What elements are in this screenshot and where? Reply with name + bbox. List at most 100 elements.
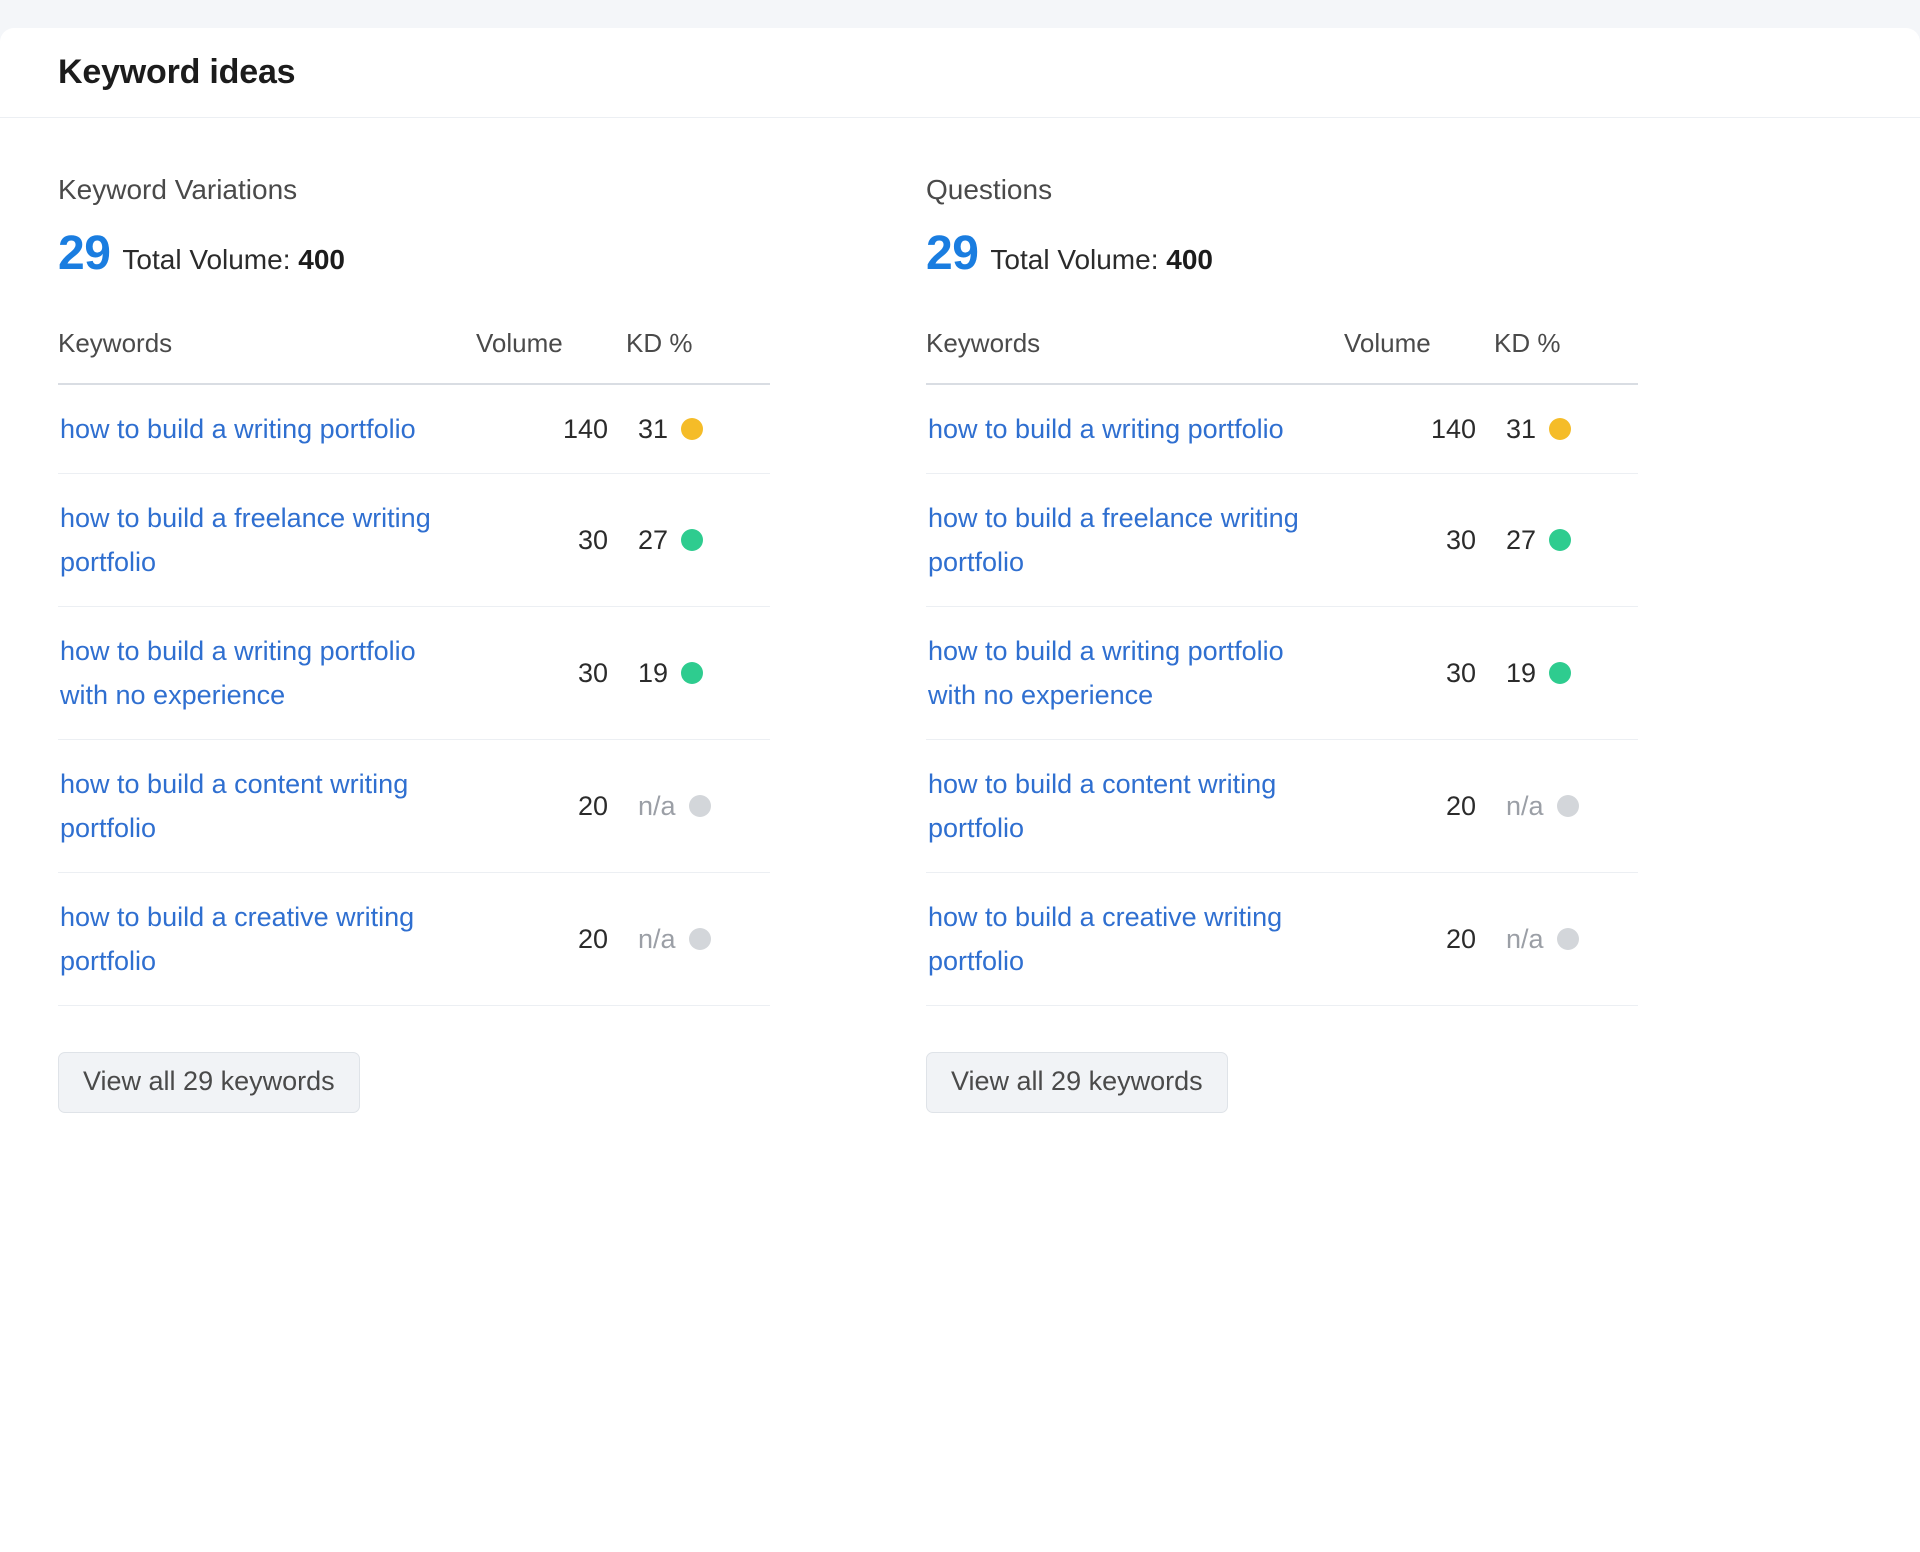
view-all-row-left: View all 29 keywords xyxy=(58,1006,880,1113)
kd-cell: 27 xyxy=(1494,473,1638,607)
table-row: how to build a freelance writing portfol… xyxy=(58,473,770,607)
volume-cell: 30 xyxy=(1344,473,1494,607)
volume-cell: 30 xyxy=(476,606,626,740)
table-row: how to build a freelance writing portfol… xyxy=(926,473,1638,607)
page-title: Keyword ideas xyxy=(58,53,296,91)
keyword-cell: how to build a writing portfolio xyxy=(58,384,476,474)
kd-wrap: 19 xyxy=(638,657,704,689)
volume-cell: 20 xyxy=(476,739,626,873)
kd-cell: n/a xyxy=(626,872,770,1006)
keyword-columns: Keyword Variations 29 Total Volume: 400 … xyxy=(0,118,1920,1113)
kd-status-dot xyxy=(1556,928,1579,950)
keyword-variations-table: Keywords Volume KD % how to build a writ… xyxy=(58,328,770,1006)
keyword-cell: how to build a writing portfolio with no… xyxy=(926,606,1344,740)
volume-cell: 20 xyxy=(476,872,626,1006)
questions-column: Questions 29 Total Volume: 400 Keywords … xyxy=(880,176,1760,1113)
table-row: how to build a creative writing portfoli… xyxy=(58,872,770,1006)
view-all-keywords-button[interactable]: View all 29 keywords xyxy=(58,1052,360,1113)
keyword-cell: how to build a content writing portfolio xyxy=(926,739,1344,873)
keyword-cell: how to build a writing portfolio with no… xyxy=(58,606,476,740)
table-row: how to build a writing portfolio with no… xyxy=(58,606,770,740)
table-head: Keywords Volume KD % xyxy=(58,328,770,385)
keyword-link[interactable]: how to build a content writing portfolio xyxy=(928,762,1308,850)
table-row: how to build a writing portfolio with no… xyxy=(926,606,1638,740)
kd-wrap: n/a xyxy=(638,791,711,822)
total-volume: Total Volume: 400 xyxy=(990,246,1213,274)
keyword-link[interactable]: how to build a freelance writing portfol… xyxy=(60,496,440,584)
keyword-link[interactable]: how to build a writing portfolio xyxy=(928,407,1284,451)
view-all-keywords-button[interactable]: View all 29 keywords xyxy=(926,1052,1228,1113)
keyword-cell: how to build a freelance writing portfol… xyxy=(58,473,476,607)
total-volume: Total Volume: 400 xyxy=(122,246,345,274)
column-header-kd[interactable]: KD % xyxy=(626,328,770,385)
keyword-link[interactable]: how to build a writing portfolio xyxy=(60,407,416,451)
keyword-cell: how to build a content writing portfolio xyxy=(58,739,476,873)
kd-cell: 27 xyxy=(626,473,770,607)
keyword-link[interactable]: how to build a writing portfolio with no… xyxy=(928,629,1308,717)
volume-cell: 140 xyxy=(476,384,626,474)
kd-status-dot xyxy=(1549,418,1572,440)
column-header-keywords[interactable]: Keywords xyxy=(926,328,1344,385)
kd-status-dot xyxy=(1556,795,1579,817)
keyword-ideas-card: Keyword ideas Keyword Variations 29 Tota… xyxy=(0,28,1920,1552)
keyword-link[interactable]: how to build a freelance writing portfol… xyxy=(928,496,1308,584)
table-head: Keywords Volume KD % xyxy=(926,328,1638,385)
kd-wrap: 19 xyxy=(1506,657,1572,689)
keyword-link[interactable]: how to build a content writing portfolio xyxy=(60,762,440,850)
kd-wrap: 31 xyxy=(638,413,704,445)
kd-cell: n/a xyxy=(626,739,770,873)
volume-cell: 20 xyxy=(1344,872,1494,1006)
keyword-cell: how to build a creative writing portfoli… xyxy=(926,872,1344,1006)
keyword-count: 29 xyxy=(926,227,979,280)
volume-cell: 30 xyxy=(1344,606,1494,740)
section-label-keyword-variations: Keyword Variations xyxy=(58,174,298,205)
questions-table: Keywords Volume KD % how to build a writ… xyxy=(926,328,1638,1006)
keyword-link[interactable]: how to build a creative writing portfoli… xyxy=(928,895,1308,983)
kd-value: 31 xyxy=(638,413,669,444)
table-body: how to build a writing portfolio 140 31 … xyxy=(58,384,770,1006)
table-header-row: Keywords Volume KD % xyxy=(58,328,770,385)
table-row: how to build a writing portfolio 140 31 xyxy=(58,384,770,474)
total-volume-value: 400 xyxy=(298,244,345,275)
table-row: how to build a creative writing portfoli… xyxy=(926,872,1638,1006)
kd-value: 31 xyxy=(1506,413,1537,444)
volume-cell: 20 xyxy=(1344,739,1494,873)
total-volume-label: Total Volume: xyxy=(990,244,1159,275)
keyword-link[interactable]: how to build a creative writing portfoli… xyxy=(60,895,440,983)
kd-value: 19 xyxy=(638,657,669,688)
kd-value: n/a xyxy=(1506,923,1544,954)
kd-status-dot xyxy=(681,418,704,440)
kd-wrap: n/a xyxy=(1506,924,1579,955)
column-header-volume[interactable]: Volume xyxy=(1344,328,1494,385)
section-label-questions: Questions xyxy=(926,174,1053,205)
kd-value: n/a xyxy=(638,790,676,821)
keyword-link[interactable]: how to build a writing portfolio with no… xyxy=(60,629,440,717)
kd-value: n/a xyxy=(1506,790,1544,821)
keyword-cell: how to build a creative writing portfoli… xyxy=(58,872,476,1006)
page-root: Keyword ideas Keyword Variations 29 Tota… xyxy=(0,0,1920,1552)
column-header-kd[interactable]: KD % xyxy=(1494,328,1638,385)
kd-status-dot xyxy=(1549,529,1572,551)
column-header-keywords[interactable]: Keywords xyxy=(58,328,476,385)
kd-cell: n/a xyxy=(1494,872,1638,1006)
table-row: how to build a content writing portfolio… xyxy=(58,739,770,873)
kd-status-dot xyxy=(681,662,704,684)
kd-status-dot xyxy=(1549,662,1572,684)
keyword-count: 29 xyxy=(58,227,111,280)
kd-wrap: n/a xyxy=(1506,791,1579,822)
kd-cell: 19 xyxy=(1494,606,1638,740)
volume-cell: 140 xyxy=(1344,384,1494,474)
summary-questions: 29 Total Volume: 400 xyxy=(926,230,1760,278)
kd-value: 27 xyxy=(1506,524,1537,555)
view-all-row-right: View all 29 keywords xyxy=(926,1006,1760,1113)
column-header-volume[interactable]: Volume xyxy=(476,328,626,385)
card-header: Keyword ideas xyxy=(0,28,1920,118)
kd-wrap: 27 xyxy=(1506,524,1572,556)
summary-keyword-variations: 29 Total Volume: 400 xyxy=(58,230,880,278)
volume-cell: 30 xyxy=(476,473,626,607)
kd-value: 19 xyxy=(1506,657,1537,688)
kd-value: n/a xyxy=(638,923,676,954)
total-volume-label: Total Volume: xyxy=(122,244,291,275)
kd-cell: 31 xyxy=(1494,384,1638,474)
table-row: how to build a content writing portfolio… xyxy=(926,739,1638,873)
